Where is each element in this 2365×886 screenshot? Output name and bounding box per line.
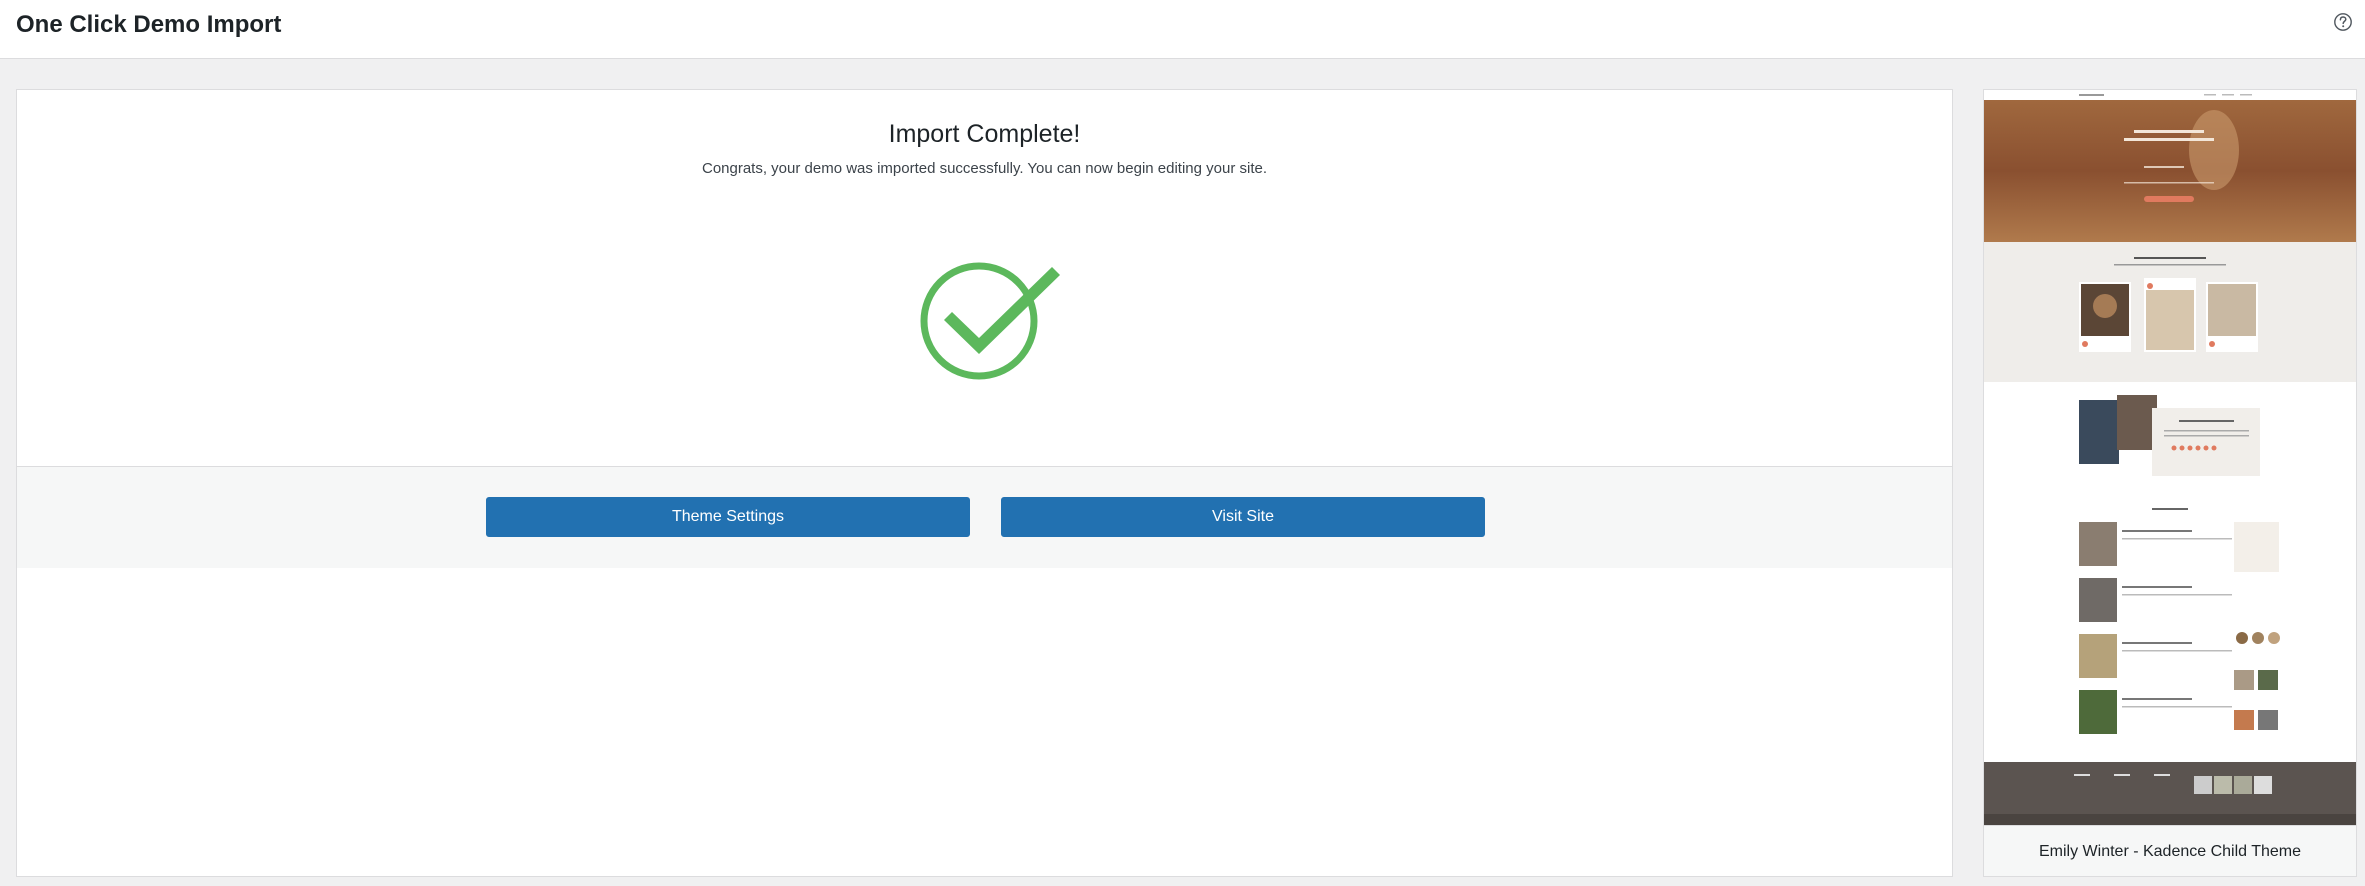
demo-theme-name: Emily Winter - Kadence Child Theme — [1984, 825, 2356, 876]
import-success-message: Congrats, your demo was imported success… — [701, 160, 1268, 177]
demo-preview-card: Emily Winter - Kadence Child Theme — [1983, 89, 2357, 877]
theme-settings-button[interactable]: Theme Settings — [486, 497, 970, 537]
import-result-panel: Import Complete! Congrats, your demo was… — [16, 89, 1953, 877]
visit-site-button[interactable]: Visit Site — [1001, 497, 1485, 537]
admin-header: One Click Demo Import — [0, 0, 2365, 59]
checkmark-circle-icon — [920, 258, 1065, 383]
page-title: One Click Demo Import — [16, 11, 282, 38]
help-icon[interactable] — [2333, 12, 2353, 32]
demo-preview-image — [1984, 90, 2356, 825]
action-bar: Theme Settings Visit Site — [17, 466, 1952, 568]
import-complete-heading: Import Complete! — [888, 120, 1081, 148]
